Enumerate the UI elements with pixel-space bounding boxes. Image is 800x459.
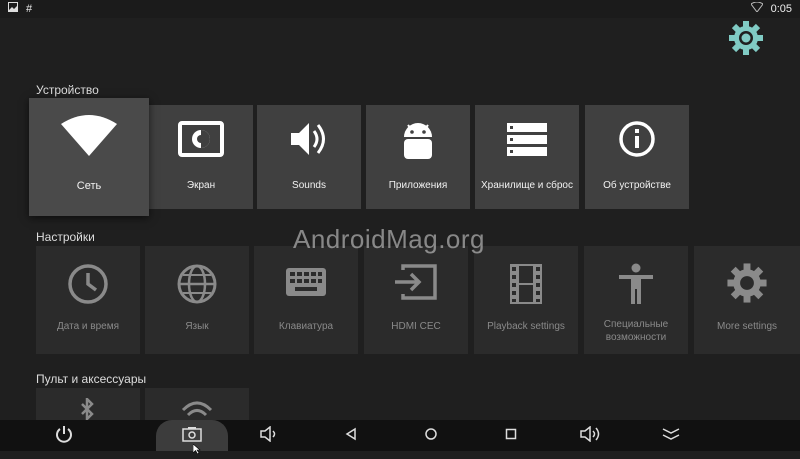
tile-label: HDMI CEC [391, 321, 441, 332]
gear-icon [694, 260, 800, 304]
recents-button[interactable] [496, 424, 526, 448]
tile-label: Приложения [388, 180, 448, 191]
tile-label: More settings [716, 321, 778, 332]
input-icon [364, 262, 468, 306]
globe-icon [145, 262, 249, 306]
back-icon [344, 427, 358, 446]
tile-accessibility[interactable]: Специальные возможности [584, 246, 688, 354]
tile-more-settings[interactable]: More settings [694, 246, 800, 354]
tile-storage[interactable]: Хранилище и сброс [475, 105, 579, 209]
wifi-icon [29, 114, 149, 158]
volume-down-icon [259, 424, 281, 447]
home-button[interactable] [416, 424, 446, 448]
tile-label: Об устройстве [603, 180, 671, 191]
volume-up-icon [579, 424, 603, 447]
tile-label: Клавиатура [278, 321, 334, 332]
screenshot-button[interactable] [177, 424, 207, 448]
navigation-bar [0, 420, 800, 451]
tile-label: Хранилище и сброс [481, 180, 573, 191]
speaker-icon [257, 119, 361, 163]
clock: 0:05 [770, 2, 792, 15]
tile-network[interactable]: Сеть [29, 98, 149, 216]
tile-label: Экран [186, 180, 216, 191]
tile-label: Язык [185, 321, 209, 332]
section-title-remote: Пульт и аксессуары [36, 372, 147, 386]
tile-keyboard[interactable]: Клавиатура [254, 246, 358, 354]
settings-gear-icon[interactable] [726, 18, 766, 58]
tile-apps[interactable]: Приложения [366, 105, 470, 209]
accessibility-icon [584, 262, 688, 306]
tile-hdmi-cec[interactable]: HDMI CEC [364, 246, 468, 354]
tile-language[interactable]: Язык [145, 246, 249, 354]
power-button[interactable] [49, 424, 79, 448]
clock-icon [36, 262, 140, 306]
volume-down-button[interactable] [255, 424, 285, 448]
collapse-button[interactable] [656, 424, 686, 448]
tile-display[interactable]: Экран [149, 105, 253, 209]
display-icon [149, 119, 253, 163]
chevron-down-icon [661, 427, 681, 446]
film-icon [474, 262, 578, 306]
back-button[interactable] [336, 424, 366, 448]
tile-bluetooth[interactable] [36, 388, 140, 420]
mouse-cursor-icon [192, 441, 201, 459]
tile-date-time[interactable]: Дата и время [36, 246, 140, 354]
tile-remote-wifi[interactable] [145, 388, 249, 420]
tile-label: Дата и время [56, 321, 119, 332]
power-icon [55, 425, 73, 448]
tile-sounds[interactable]: Sounds [257, 105, 361, 209]
status-bar: # 0:05 [0, 0, 800, 18]
tile-playback[interactable]: Playback settings [474, 246, 578, 354]
home-icon [424, 427, 438, 446]
tile-about[interactable]: Об устройстве [585, 105, 689, 209]
recents-icon [505, 427, 517, 445]
tile-label: Playback settings [487, 321, 565, 332]
tile-label: Sounds [292, 180, 326, 191]
hash-notification-icon: # [26, 2, 33, 15]
volume-up-button[interactable] [576, 424, 606, 448]
tile-label: Специальные возможности [603, 319, 669, 343]
image-notification-icon [8, 2, 18, 15]
section-title-device: Устройство [36, 83, 99, 97]
watermark: AndroidMag.org [293, 224, 485, 254]
android-icon [366, 119, 470, 163]
wifi-status-icon [749, 1, 764, 15]
tile-label: Сеть [76, 180, 102, 192]
info-icon [585, 119, 689, 163]
keyboard-icon [254, 264, 358, 308]
section-title-settings: Настройки [36, 230, 95, 244]
storage-icon [475, 119, 579, 163]
